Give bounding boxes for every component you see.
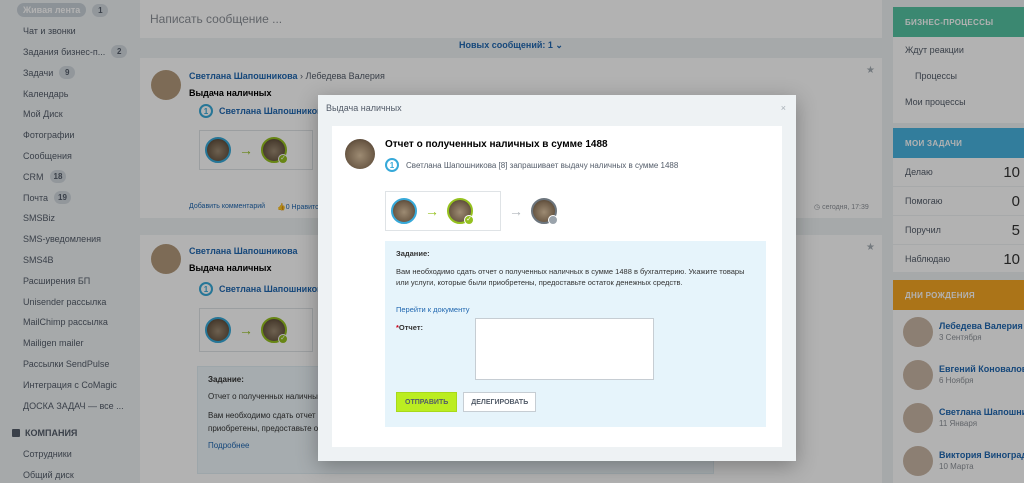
send-button[interactable]: ОТПРАВИТЬ [396, 392, 458, 412]
user-avatar: ✓ [447, 198, 474, 225]
delegate-button[interactable]: ДЕЛЕГИРОВАТЬ [463, 392, 537, 412]
check-icon: ✓ [464, 215, 474, 225]
user-avatar [531, 198, 558, 225]
task-section: Задание: Вам необходимо сдать отчет о по… [385, 241, 766, 427]
approval-flow-box: → ✓ [385, 191, 501, 231]
avatar[interactable] [345, 139, 375, 169]
dialog-buttons: ОТПРАВИТЬ ДЕЛЕГИРОВАТЬ [396, 392, 537, 412]
dialog-body: Отчет о полученных наличных в сумме 1488… [332, 126, 782, 447]
user-avatar [391, 198, 417, 224]
report-textarea[interactable] [475, 318, 654, 380]
approval-flow: → ✓ → [385, 191, 558, 231]
dialog-title: Выдача наличных [326, 102, 402, 113]
arrow-right-icon: → [425, 203, 439, 219]
report-label: *Отчет: [396, 323, 424, 332]
dialog-subline: 1 Светлана Шапошникова [8] запрашивает в… [385, 158, 678, 172]
go-to-document-link[interactable]: Перейти к документу [396, 305, 755, 314]
workflow-icon: 1 [385, 158, 399, 172]
dialog-heading: Отчет о полученных наличных в сумме 1488 [385, 139, 608, 150]
close-icon[interactable]: × [781, 103, 786, 113]
cash-dialog: Выдача наличных × Отчет о полученных нал… [318, 95, 796, 461]
arrow-right-icon: → [509, 203, 523, 219]
pending-icon [548, 215, 558, 225]
